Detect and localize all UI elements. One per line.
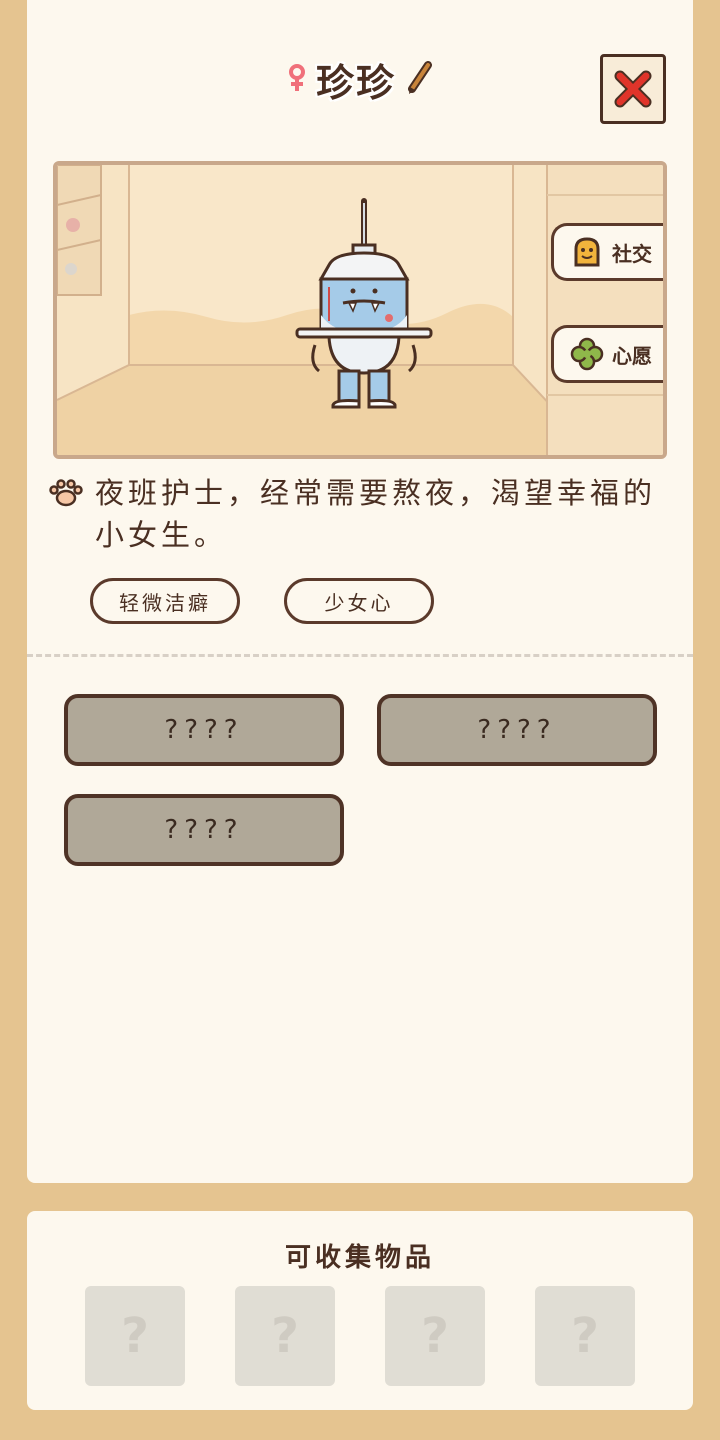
social-label: 社交: [612, 241, 652, 266]
trait-tag[interactable]: 轻微洁癖: [90, 578, 240, 624]
wish-button[interactable]: 心愿: [551, 325, 663, 383]
social-icon: [574, 237, 600, 267]
locked-trait-button[interactable]: ????: [64, 794, 344, 866]
locked-trait-button[interactable]: ????: [377, 694, 657, 766]
close-button[interactable]: [600, 54, 666, 124]
female-icon: [288, 63, 306, 97]
collectible-slot[interactable]: ?: [235, 1286, 335, 1386]
dashed-divider: [27, 654, 693, 657]
clover-icon: [570, 337, 604, 371]
character-description: 夜班护士，经常需要熬夜，渴望幸福的小女生。: [49, 472, 679, 556]
paw-icon: [49, 479, 83, 507]
character-scene: 社交 心愿: [53, 161, 667, 459]
trait-tags: 轻微洁癖 少女心: [90, 578, 434, 624]
character-card: 珍珍 社交 心愿 夜班护士，经常需要熬夜，渴望幸福的小女生。 轻微洁癖 少女心 …: [27, 0, 693, 1183]
character-name: 珍珍: [315, 61, 396, 105]
character-syringe-nurse: [295, 198, 433, 409]
trait-tag[interactable]: 少女心: [284, 578, 434, 624]
wish-label: 心愿: [612, 343, 652, 368]
close-icon: [614, 70, 652, 108]
social-button[interactable]: 社交: [551, 223, 663, 281]
collectibles-card: 可收集物品 ? ? ? ?: [27, 1211, 693, 1410]
collectible-slot[interactable]: ?: [535, 1286, 635, 1386]
collectible-slots: ? ? ? ?: [85, 1286, 635, 1386]
collectible-slot[interactable]: ?: [385, 1286, 485, 1386]
locked-trait-button[interactable]: ????: [64, 694, 344, 766]
description-text: 夜班护士，经常需要熬夜，渴望幸福的小女生。: [95, 476, 657, 552]
pencil-icon[interactable]: [406, 60, 432, 99]
title-row: 珍珍: [27, 52, 693, 107]
collectible-slot[interactable]: ?: [85, 1286, 185, 1386]
collectibles-title: 可收集物品: [284, 1243, 435, 1273]
